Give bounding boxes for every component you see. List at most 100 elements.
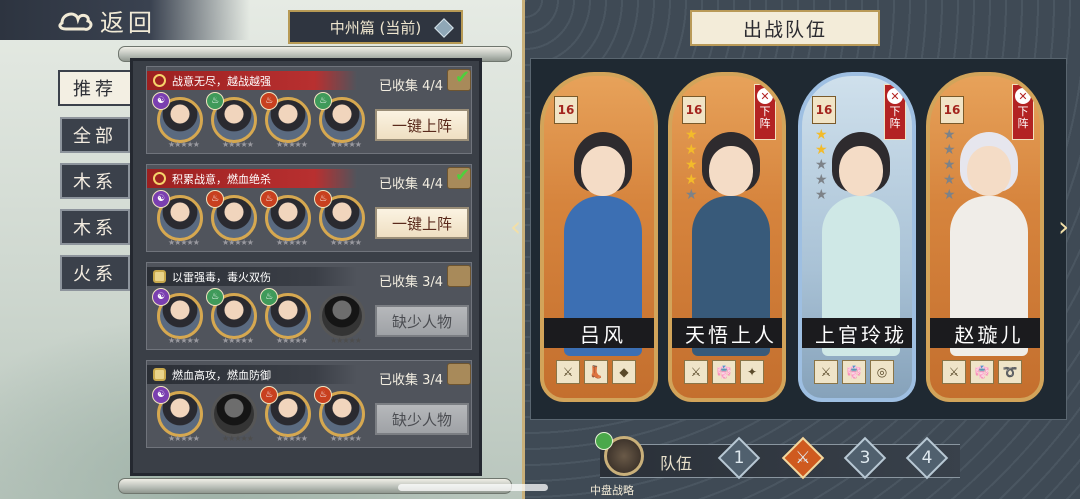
hero-portrait[interactable]: ★★★★★ xyxy=(211,391,257,443)
top-bar: 返回 中州篇 (当前) xyxy=(0,0,520,44)
hero-figure xyxy=(560,116,646,356)
remove-button[interactable]: ✕ 下 阵 xyxy=(1012,84,1034,140)
star-icon: ★ xyxy=(943,142,956,158)
equipment-slot[interactable]: 👢 xyxy=(584,360,608,384)
star-icon: ★ xyxy=(815,127,828,143)
hero-portrait[interactable]: ♨ ★★★★★ xyxy=(206,92,257,149)
equipment-slot[interactable]: ◆ xyxy=(612,360,636,384)
hero-portrait[interactable]: ☯ ★★★★★ xyxy=(152,92,203,149)
tab-fire[interactable]: 火系 xyxy=(60,255,130,291)
tab-recommend[interactable]: 推荐 xyxy=(58,70,132,106)
star-icon: ★★★★★ xyxy=(276,140,308,149)
next-arrow-icon[interactable]: › xyxy=(1058,210,1076,244)
equipment-row: ⚔ 👘 ➰ xyxy=(942,360,1022,384)
tab-label: 推荐 xyxy=(73,79,117,100)
remove-button[interactable]: ✕ 下 阵 xyxy=(884,84,906,140)
down-label: 阵 xyxy=(759,117,771,130)
star-icon: ★★★★★ xyxy=(168,238,200,247)
hero-portrait[interactable]: ♨ ★★★★★ xyxy=(260,190,311,247)
hero-portrait[interactable]: ♨ ★★★★★ xyxy=(314,386,365,443)
back-button[interactable]: 返回 xyxy=(0,0,250,40)
hero-portrait[interactable]: ♨ ★★★★★ xyxy=(206,288,257,345)
check-icon: ✔ xyxy=(455,67,471,88)
equipment-slot[interactable]: ◎ xyxy=(870,360,894,384)
down-label: 阵 xyxy=(889,117,901,130)
hero-portrait[interactable]: ♨ ★★★★★ xyxy=(314,190,365,247)
chest-icon[interactable] xyxy=(447,265,471,287)
combo-title-text: 燃血高攻，燃血防御 xyxy=(172,368,271,382)
missing-hero-button[interactable]: 缺少人物 xyxy=(375,305,469,337)
button-label: 一键上阵 xyxy=(391,116,452,135)
equipment-icon: 👘 xyxy=(974,365,990,379)
hero-portrait[interactable]: ★★★★★ xyxy=(319,293,365,345)
star-rating: ★ ★ ★ ★ ★ xyxy=(943,128,956,203)
equipment-icon: ◎ xyxy=(876,365,888,379)
missing-hero-button[interactable]: 缺少人物 xyxy=(375,403,469,435)
team-label: 队伍 xyxy=(660,454,693,473)
close-icon: ✕ xyxy=(757,88,773,104)
hero-card[interactable]: 16 ★ ★ ★ ★ ★ ✕ 下 阵 赵璇儿 ⚔ 👘 ➰ xyxy=(926,72,1044,402)
scroll-indicator xyxy=(398,484,548,491)
combo-card: 战意无尽，越战越强 已收集 4/4 ✔ ☯ ★★★★★ ♨ ★★★★★ ♨ ★★★★★ ♨ ★… xyxy=(146,66,472,154)
lock-icon xyxy=(153,368,166,381)
deploy-all-button[interactable]: 一键上阵 xyxy=(375,207,469,239)
combo-card: 燃血高攻，燃血防御 已收集 3/4 ☯ ★★★★★ ★★★★★ ♨ ★★★★★ ♨ ★★★★… xyxy=(146,360,472,448)
hero-portrait[interactable]: ♨ ★★★★★ xyxy=(206,190,257,247)
hero-portrait[interactable]: ☯ ★★★★★ xyxy=(152,386,203,443)
hero-portrait[interactable]: ♨ ★★★★★ xyxy=(260,288,311,345)
hero-portrait[interactable]: ♨ ★★★★★ xyxy=(314,92,365,149)
level-badge: 16 xyxy=(812,96,836,124)
hero-card[interactable]: 16 ★ ★ ★ ★ ★ ✕ 下 阵 上官玲珑 ⚔ 👘 ◎ xyxy=(798,72,916,402)
equipment-slot[interactable]: ⚔ xyxy=(942,360,966,384)
hero-portrait[interactable]: ♨ ★★★★★ xyxy=(260,92,311,149)
star-icon: ★★★★★ xyxy=(168,336,200,345)
equipment-slot[interactable]: ⚔ xyxy=(684,360,708,384)
slot-number: 1 xyxy=(733,448,745,468)
combo-list[interactable]: 战意无尽，越战越强 已收集 4/4 ✔ ☯ ★★★★★ ♨ ★★★★★ ♨ ★★★★★ ♨ ★… xyxy=(130,58,482,476)
prev-arrow-icon[interactable]: ‹ xyxy=(510,210,528,244)
equipment-slot[interactable]: ⚔ xyxy=(556,360,580,384)
hero-name: 上官玲珑 xyxy=(802,318,912,348)
button-label: 一键上阵 xyxy=(391,214,452,233)
star-rating: ★ ★ ★ ★ ★ xyxy=(815,128,828,203)
tab-all[interactable]: 全部 xyxy=(60,117,130,153)
hero-portrait[interactable]: ♨ ★★★★★ xyxy=(260,386,311,443)
down-label: 阵 xyxy=(1017,117,1029,130)
tab-wood[interactable]: 木系 xyxy=(60,163,130,199)
hero-card[interactable]: 16 吕风 ⚔ 👢 ◆ xyxy=(540,72,658,402)
equipment-slot[interactable]: 👘 xyxy=(712,360,736,384)
equipment-slot[interactable]: ➰ xyxy=(998,360,1022,384)
star-icon: ★★★★★ xyxy=(276,238,308,247)
equipment-slot[interactable]: ⚔ xyxy=(814,360,838,384)
hero-face xyxy=(967,146,1011,196)
star-icon: ★ xyxy=(943,157,956,173)
star-icon: ★ xyxy=(943,187,956,203)
tab-label: 木系 xyxy=(73,172,117,193)
equipment-slot[interactable]: ✦ xyxy=(740,360,764,384)
element-icon: ☯ xyxy=(152,386,170,404)
star-icon: ★★★★★ xyxy=(330,434,362,443)
hero-figure xyxy=(688,116,774,356)
slot-number: 4 xyxy=(921,448,933,468)
collect-count: 已收集 4/4 xyxy=(379,79,444,94)
chapter-selector[interactable]: 中州篇 (当前) xyxy=(288,10,463,44)
tab-wood-2[interactable]: 木系 xyxy=(60,209,130,245)
hero-portrait[interactable]: ☯ ★★★★★ xyxy=(152,288,203,345)
hero-portrait[interactable]: ☯ ★★★★★ xyxy=(152,190,203,247)
deploy-all-button[interactable]: 一键上阵 xyxy=(375,109,469,141)
star-icon: ★ xyxy=(685,172,698,188)
combo-title-text: 战意无尽，越战越强 xyxy=(172,74,271,88)
equipment-slot[interactable]: 👘 xyxy=(970,360,994,384)
hero-figure xyxy=(818,116,904,356)
hero-face xyxy=(839,146,883,196)
search-icon xyxy=(153,74,166,87)
remove-button[interactable]: ✕ 下 阵 xyxy=(754,84,776,140)
level-badge: 16 xyxy=(940,96,964,124)
equipment-slot[interactable]: 👘 xyxy=(842,360,866,384)
hero-card[interactable]: 16 ★ ★ ★ ★ ★ ✕ 下 阵 天悟上人 ⚔ 👘 ✦ xyxy=(668,72,786,402)
element-icon: ♨ xyxy=(314,92,332,110)
chest-icon[interactable] xyxy=(447,363,471,385)
star-icon: ★ xyxy=(685,187,698,203)
element-icon: ♨ xyxy=(206,92,224,110)
leaf-icon xyxy=(595,432,613,450)
